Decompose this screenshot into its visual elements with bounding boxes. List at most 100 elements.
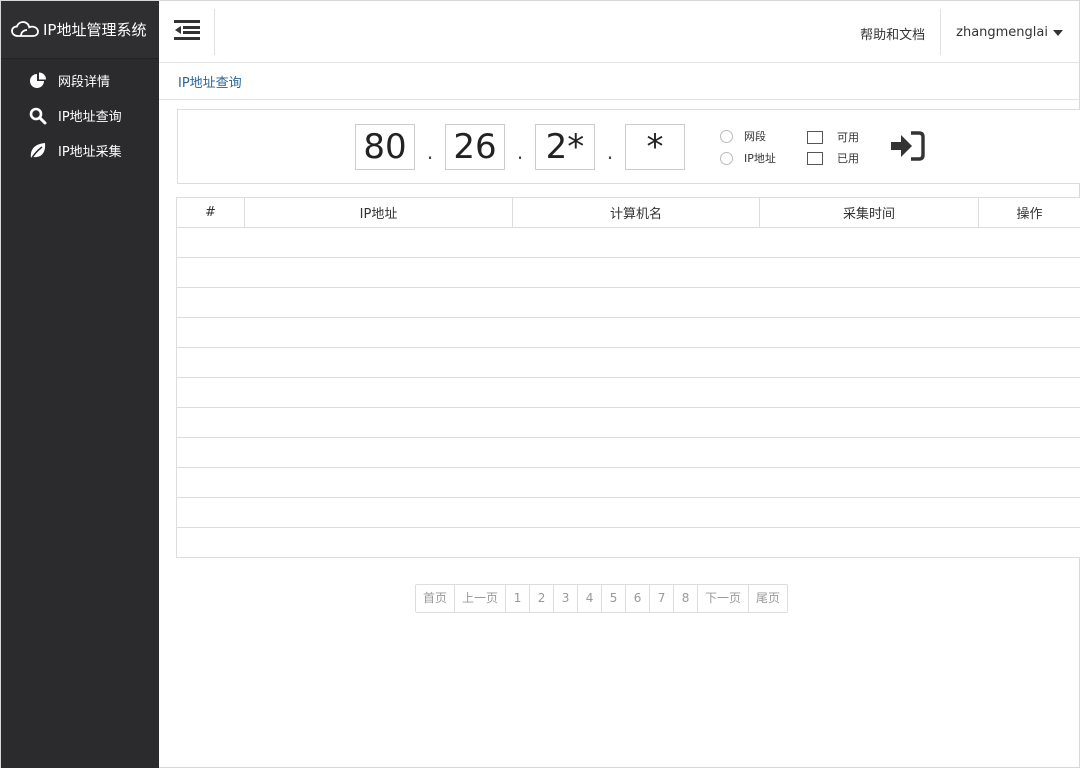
table-body <box>176 227 1080 558</box>
table-row <box>176 377 1080 408</box>
table-cell <box>978 497 1080 528</box>
breadcrumb: IP地址查询 <box>159 63 1079 100</box>
checkbox-used[interactable]: 已用 <box>807 150 859 166</box>
table-cell <box>759 407 979 438</box>
table-cell <box>759 377 979 408</box>
page-number-button[interactable]: 4 <box>577 585 601 612</box>
ip-octet-1-input[interactable]: 80 <box>355 124 415 170</box>
table-cell <box>512 257 760 288</box>
ip-octet-4-input[interactable]: * <box>625 124 685 170</box>
table-cell <box>244 317 513 348</box>
table-cell <box>176 287 245 318</box>
ip-octet-2-input[interactable]: 26 <box>445 124 505 170</box>
table-cell <box>176 527 245 558</box>
radio-ip-address[interactable]: IP地址 <box>720 150 776 166</box>
ip-results-table: # IP地址 计算机名 采集时间 操作 <box>176 197 1080 558</box>
radio-segment[interactable]: 网段 <box>720 128 766 144</box>
table-cell <box>244 437 513 468</box>
octet-separator: . <box>606 140 614 164</box>
column-header-collected-time[interactable]: 采集时间 <box>759 197 979 228</box>
table-cell <box>176 317 245 348</box>
table-cell <box>759 317 979 348</box>
table-cell <box>978 347 1080 378</box>
page-number-button[interactable]: 6 <box>625 585 649 612</box>
sidebar-item-segment-details[interactable]: 网段详情 <box>1 63 159 98</box>
sign-in-icon <box>891 131 925 165</box>
pagination: 首页 上一页 1 2 3 4 5 6 7 8 下一页 尾页 <box>415 584 789 613</box>
table-row <box>176 467 1080 498</box>
table-cell <box>978 377 1080 408</box>
page-prev-button[interactable]: 上一页 <box>454 585 505 612</box>
page-number-button[interactable]: 3 <box>553 585 577 612</box>
column-header-ip[interactable]: IP地址 <box>244 197 513 228</box>
sidebar-item-ip-collect[interactable]: IP地址采集 <box>1 133 159 168</box>
page-next-button[interactable]: 下一页 <box>697 585 748 612</box>
username: zhangmenglai <box>956 24 1048 40</box>
octet-separator: . <box>426 140 434 164</box>
table-cell <box>978 227 1080 258</box>
column-header-hostname[interactable]: 计算机名 <box>512 197 760 228</box>
page-number-button[interactable]: 5 <box>601 585 625 612</box>
table-cell <box>176 227 245 258</box>
table-cell <box>978 257 1080 288</box>
table-cell <box>244 287 513 318</box>
radio-button[interactable] <box>720 151 733 165</box>
app-window: IP地址管理系统 网段详情 IP地址查询 IP地址采集 帮助和文档 zhangm… <box>0 0 1080 768</box>
leaf-icon <box>29 142 47 160</box>
table-cell <box>244 527 513 558</box>
radio-button[interactable] <box>720 129 733 143</box>
search-submit-button[interactable] <box>890 131 926 165</box>
table-cell <box>244 407 513 438</box>
sidebar-toggle-button[interactable] <box>159 9 215 55</box>
table-cell <box>512 287 760 318</box>
table-cell <box>176 437 245 468</box>
page-first-button[interactable]: 首页 <box>416 585 454 612</box>
table-cell <box>759 497 979 528</box>
user-menu[interactable]: zhangmenglai <box>940 9 1079 55</box>
table-cell <box>978 467 1080 498</box>
app-title: IP地址管理系统 <box>43 21 147 39</box>
page-last-button[interactable]: 尾页 <box>748 585 787 612</box>
page-number-button[interactable]: 7 <box>649 585 673 612</box>
column-header-index[interactable]: # <box>176 197 245 228</box>
page-number-button[interactable]: 2 <box>529 585 553 612</box>
table-row <box>176 257 1080 288</box>
table-cell <box>512 347 760 378</box>
table-cell <box>512 527 760 558</box>
table-row <box>176 317 1080 348</box>
table-cell <box>512 497 760 528</box>
table-row <box>176 527 1080 558</box>
sidebar-nav: 网段详情 IP地址查询 IP地址采集 <box>1 59 159 168</box>
checkbox[interactable] <box>807 151 823 165</box>
table-cell <box>759 227 979 258</box>
column-header-actions[interactable]: 操作 <box>978 197 1080 228</box>
table-row <box>176 497 1080 528</box>
sidebar-item-label: 网段详情 <box>58 75 111 90</box>
page-number-button[interactable]: 1 <box>505 585 529 612</box>
table-cell <box>176 257 245 288</box>
sidebar: IP地址管理系统 网段详情 IP地址查询 IP地址采集 <box>1 1 159 768</box>
table-cell <box>176 347 245 378</box>
table-cell <box>176 377 245 408</box>
page-number-button[interactable]: 8 <box>673 585 697 612</box>
header-right: 帮助和文档 zhangmenglai <box>860 1 1079 63</box>
checkbox-label: 已用 <box>837 152 859 165</box>
checkbox[interactable] <box>807 130 823 144</box>
search-icon <box>29 107 47 125</box>
top-header: 帮助和文档 zhangmenglai <box>159 1 1079 63</box>
breadcrumb-current[interactable]: IP地址查询 <box>178 72 242 91</box>
brand[interactable]: IP地址管理系统 <box>1 1 159 59</box>
help-docs-link[interactable]: 帮助和文档 <box>860 3 940 63</box>
table-cell <box>759 257 979 288</box>
table-header-row: # IP地址 计算机名 采集时间 操作 <box>176 197 1080 228</box>
octet-separator: . <box>516 140 524 164</box>
sidebar-item-ip-query[interactable]: IP地址查询 <box>1 98 159 133</box>
table-cell <box>244 227 513 258</box>
table-cell <box>176 467 245 498</box>
radio-label: IP地址 <box>744 152 776 165</box>
checkbox-available[interactable]: 可用 <box>807 129 859 145</box>
table-row <box>176 437 1080 468</box>
table-cell <box>512 437 760 468</box>
ip-octet-3-input[interactable]: 2* <box>535 124 595 170</box>
table-cell <box>512 317 760 348</box>
